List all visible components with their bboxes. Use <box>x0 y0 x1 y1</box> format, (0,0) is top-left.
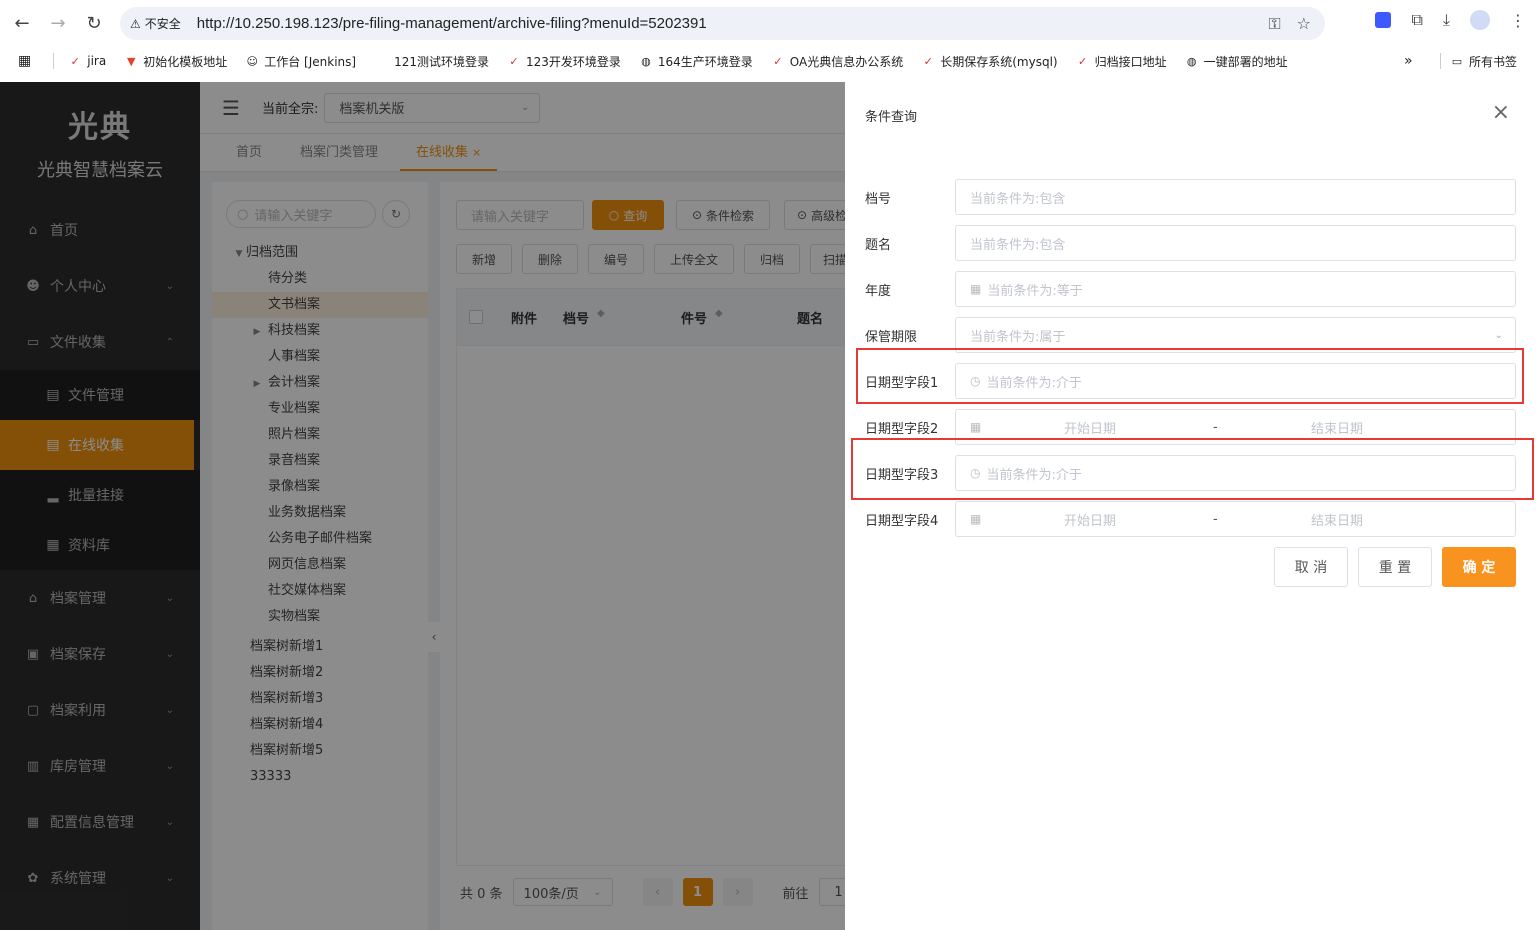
reload-icon[interactable]: ↻ <box>76 5 112 41</box>
field-label: 日期型字段4 <box>865 513 939 529</box>
download-icon[interactable]: ⤓ <box>1443 10 1450 30</box>
close-icon[interactable]: × <box>1492 100 1510 125</box>
reset-button[interactable]: 重 置 <box>1358 547 1432 587</box>
globe-icon: ◍ <box>1186 54 1197 68</box>
chevron-down-icon: ⌄ <box>1494 329 1503 341</box>
warning-icon: ⚠ <box>130 16 141 31</box>
bookmark-favicon-icon: ✓ <box>70 54 80 68</box>
globe-icon: ◍ <box>641 54 651 68</box>
address-bar: ← → ↻ ⚠ 不安全 http://10.250.198.123/pre-fil… <box>0 0 1536 46</box>
bookmark-favicon-icon: ✓ <box>923 54 933 68</box>
bookmark-item[interactable]: ☺ 工作台 [Jenkins] <box>245 53 356 70</box>
omnibox[interactable]: ⚠ 不安全 http://10.250.198.123/pre-filing-ma… <box>120 7 1325 40</box>
forward-icon[interactable]: → <box>40 5 76 41</box>
bookmark-item[interactable]: 121测试环境登录 <box>394 53 489 70</box>
url-text[interactable]: http://10.250.198.123/pre-filing-managem… <box>197 15 707 32</box>
highlight-box <box>851 438 1534 500</box>
calendar-icon: ▦ <box>970 420 982 434</box>
confirm-button[interactable]: 确 定 <box>1442 547 1516 587</box>
bookmark-item[interactable]: ✓ jira <box>68 54 107 68</box>
date-field-4-range[interactable]: ▦ 开始日期 - 结束日期 <box>955 501 1516 537</box>
bookmark-favicon-icon: ✓ <box>1078 54 1088 68</box>
form-row-dangh: 档号 当前条件为:包含 <box>865 179 1517 215</box>
insecure-badge[interactable]: ⚠ 不安全 <box>130 15 191 32</box>
bookmark-item[interactable]: ✓ 123开发环境登录 <box>507 53 621 70</box>
more-menu-icon[interactable]: ⋮ <box>1510 11 1526 30</box>
form-row-year: 年度 ▦ 当前条件为:等于 <box>865 271 1517 307</box>
bookmark-item[interactable]: ✓ 长期保存系统(mysql) <box>921 53 1058 70</box>
field-label: 题名 <box>865 237 892 253</box>
dangh-input[interactable]: 当前条件为:包含 <box>955 179 1516 215</box>
back-icon[interactable]: ← <box>4 5 40 41</box>
range-start[interactable]: 开始日期 <box>1064 418 1116 437</box>
bookmark-favicon-icon: ✓ <box>773 54 783 68</box>
apps-grid-icon[interactable]: ▦ <box>18 53 31 69</box>
form-row-date4: 日期型字段4 ▦ 开始日期 - 结束日期 <box>865 501 1517 537</box>
title-input[interactable]: 当前条件为:包含 <box>955 225 1516 261</box>
key-icon[interactable]: ⚿ <box>1268 14 1280 34</box>
browser-chrome: ← → ↻ ⚠ 不安全 http://10.250.198.123/pre-fil… <box>0 0 1536 82</box>
field-label: 日期型字段2 <box>865 421 939 437</box>
range-separator: - <box>1213 419 1218 435</box>
bookmark-item[interactable]: ✓ OA光典信息办公系统 <box>771 53 903 70</box>
profile-avatar[interactable] <box>1470 10 1490 30</box>
bookmark-item[interactable]: ▼ 初始化模板地址 <box>124 53 227 70</box>
range-separator: - <box>1213 511 1218 527</box>
modal-mask[interactable] <box>0 82 200 930</box>
bookmark-item[interactable]: ◍ 164生产环境登录 <box>639 53 753 70</box>
range-end[interactable]: 结束日期 <box>1311 418 1363 437</box>
field-label: 档号 <box>865 191 892 207</box>
star-icon[interactable]: ☆ <box>1297 14 1311 34</box>
bookmarks-bar: ▦ ✓ jira ▼ 初始化模板地址 ☺ 工作台 [Jenkins] 121测试环境登… <box>0 46 1536 76</box>
calendar-icon: ▦ <box>970 512 982 526</box>
all-bookmarks[interactable]: ▭ 所有书签 <box>1450 53 1517 70</box>
calendar-icon: ▦ <box>970 282 982 296</box>
field-label: 年度 <box>865 283 892 299</box>
year-picker[interactable]: ▦ 当前条件为:等于 <box>955 271 1516 307</box>
bookmarks-more[interactable]: » <box>1404 53 1413 69</box>
form-row-title: 题名 当前条件为:包含 <box>865 225 1517 261</box>
puzzle-icon[interactable]: ⧉ <box>1411 10 1422 30</box>
field-label: 保管期限 <box>865 329 918 345</box>
highlight-box <box>856 348 1524 404</box>
cancel-button[interactable]: 取 消 <box>1274 547 1348 587</box>
modal-mask[interactable] <box>200 82 845 930</box>
range-start[interactable]: 开始日期 <box>1064 510 1116 529</box>
gitlab-icon: ▼ <box>126 54 136 68</box>
bookmark-favicon-icon: ✓ <box>509 54 519 68</box>
drawer-title: 条件查询 <box>865 110 918 125</box>
bookmark-item[interactable]: ◍ 一键部署的地址 <box>1185 53 1288 70</box>
range-end[interactable]: 结束日期 <box>1311 510 1363 529</box>
folder-icon: ▭ <box>1451 54 1463 68</box>
bookmark-item[interactable]: ✓ 归档接口地址 <box>1076 53 1167 70</box>
jenkins-icon: ☺ <box>246 54 258 68</box>
extension-icon[interactable] <box>1375 12 1392 28</box>
condition-query-drawer: 条件查询 × 档号 当前条件为:包含 题名 当前条件为:包含 年度 ▦ 当前条件为… <box>845 82 1536 930</box>
